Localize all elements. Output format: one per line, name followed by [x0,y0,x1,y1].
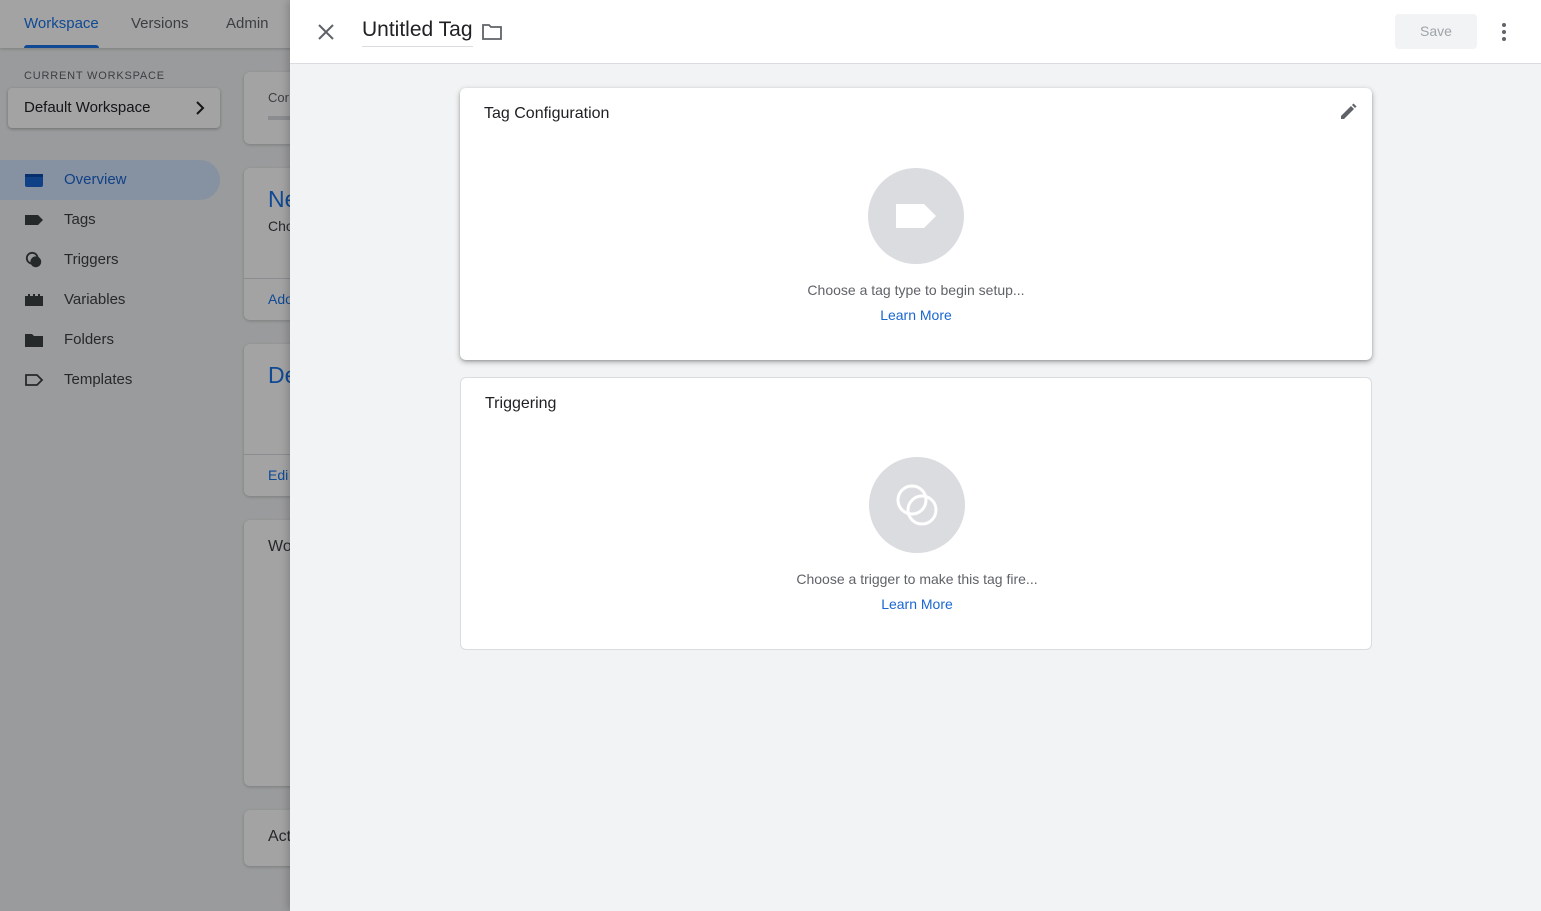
tag-icon [896,204,936,228]
tag-type-placeholder[interactable] [868,168,964,264]
triggering-title: Triggering [485,395,557,412]
tag-configuration-hint: Choose a tag type to begin setup... [807,282,1025,298]
tag-name-field[interactable]: Untitled Tag [362,18,473,47]
sheet-header: Untitled Tag Save [290,0,1541,64]
folder-icon[interactable] [480,20,504,44]
trigger-placeholder[interactable] [869,457,965,553]
more-vert-icon[interactable] [1492,18,1516,46]
trigger-icon [896,484,938,526]
learn-more-link[interactable]: Learn More [461,596,1373,612]
edit-pencil-icon[interactable] [1338,102,1358,122]
close-icon[interactable] [312,18,340,46]
tag-configuration-panel[interactable]: Tag Configuration Choose a tag type to b… [460,88,1372,360]
triggering-hint: Choose a trigger to make this tag fire..… [796,571,1038,587]
triggering-panel[interactable]: Triggering Choose a trigger to make this… [460,377,1372,650]
save-button[interactable]: Save [1395,14,1477,49]
tag-editor-sheet: Untitled Tag Save Tag Configuration Choo… [290,0,1541,911]
learn-more-link[interactable]: Learn More [460,307,1372,323]
tag-configuration-title: Tag Configuration [484,105,610,122]
